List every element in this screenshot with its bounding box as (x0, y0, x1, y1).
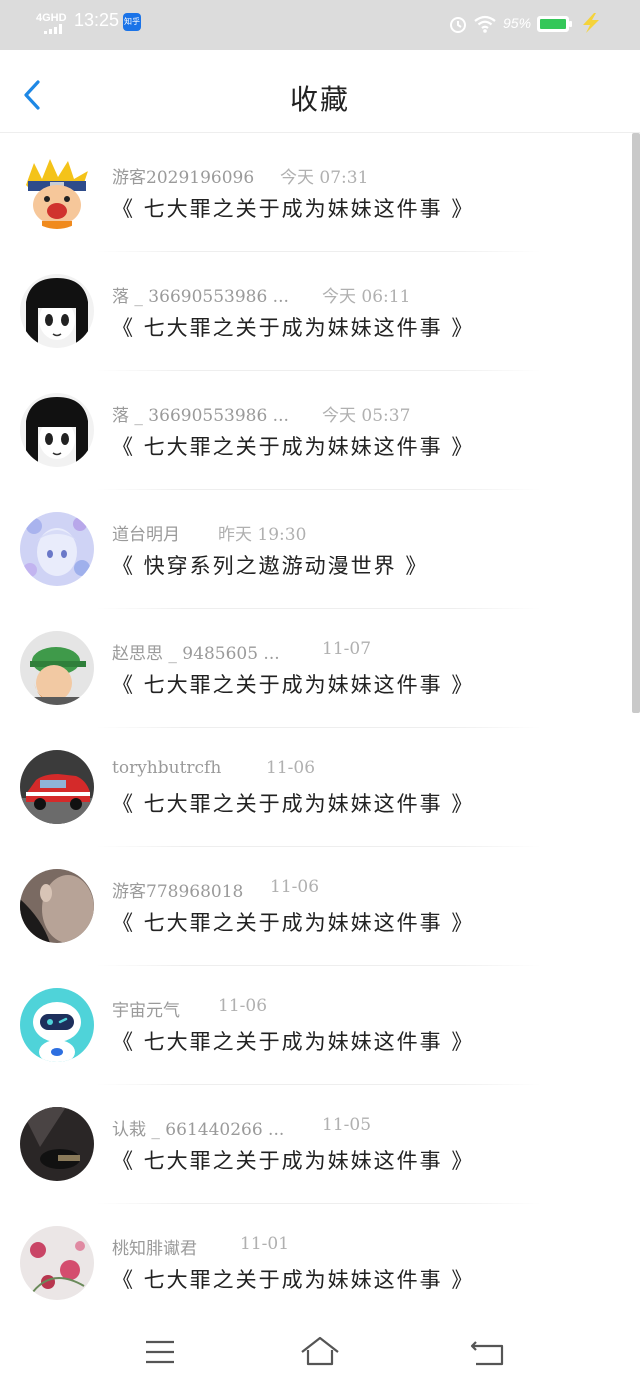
scrollbar[interactable] (632, 133, 640, 713)
username: 赵思思 _ 9485605 ... (112, 644, 280, 664)
list-item[interactable]: 赵思思 _ 9485605 ... 11-07 《 七大罪之关于成为妹妹这件事 … (0, 609, 632, 728)
list-item[interactable]: 游客2029196096 今天 07:31 《 七大罪之关于成为妹妹这件事 》 (0, 133, 632, 252)
status-bar: 4GHD 13:25 知乎 95% (0, 0, 640, 50)
app-header: 收藏 (0, 50, 640, 133)
list-item[interactable]: 道台明月 昨天 19:30 《 快穿系列之遨游动漫世界 》 (0, 490, 632, 609)
page-title: 收藏 (289, 83, 350, 116)
username: 宇宙元气 (112, 1001, 180, 1021)
item-meta: 游客778968018 11-06 (112, 877, 319, 902)
network-type: 4GHD (36, 12, 67, 24)
list-item[interactable]: 桃知腓谳君 11-01 《 七大罪之关于成为妹妹这件事 》 (0, 1204, 632, 1323)
item-meta: toryhbutrcfh 11-06 (112, 758, 315, 782)
book-title[interactable]: 《 七大罪之关于成为妹妹这件事 》 (112, 1145, 474, 1175)
timestamp: 今天 05:37 (322, 406, 411, 426)
book-title[interactable]: 《 七大罪之关于成为妹妹这件事 》 (112, 788, 474, 818)
list-item[interactable]: 宇宙元气 11-06 《 七大罪之关于成为妹妹这件事 》 (0, 966, 632, 1085)
battery-icon (537, 16, 572, 32)
battery-percent: 95% (503, 15, 532, 31)
item-meta: 赵思思 _ 9485605 ... 11-07 (112, 639, 371, 664)
alarm-icon (450, 17, 466, 33)
item-meta: 桃知腓谳君 11-01 (112, 1234, 289, 1259)
timestamp: 11-06 (218, 996, 268, 1016)
item-meta: 认栽 _ 661440266 ... 11-05 (112, 1115, 371, 1140)
username: 游客2029196096 (112, 168, 255, 188)
item-meta: 宇宙元气 11-06 (112, 996, 267, 1021)
charging-bolt-icon (583, 13, 599, 33)
avatar[interactable] (20, 750, 94, 824)
timestamp: 11-06 (266, 758, 316, 778)
clock: 13:25 (74, 10, 120, 30)
avatar[interactable] (20, 869, 94, 943)
username: 认栽 _ 661440266 ... (112, 1120, 285, 1140)
item-meta: 道台明月 昨天 19:30 (112, 520, 306, 545)
book-title[interactable]: 《 七大罪之关于成为妹妹这件事 》 (112, 312, 474, 342)
book-title[interactable]: 《 快穿系列之遨游动漫世界 》 (112, 550, 428, 580)
list-item[interactable]: toryhbutrcfh 11-06 《 七大罪之关于成为妹妹这件事 》 (0, 728, 632, 847)
list-item[interactable]: 落 _ 36690553986 ... 今天 06:11 《 七大罪之关于成为妹… (0, 252, 632, 371)
username: 游客778968018 (112, 882, 244, 902)
avatar[interactable] (20, 1226, 94, 1300)
avatar[interactable] (20, 512, 94, 586)
list-item[interactable]: 游客778968018 11-06 《 七大罪之关于成为妹妹这件事 》 (0, 847, 632, 966)
avatar[interactable] (20, 988, 94, 1062)
avatar[interactable] (20, 631, 94, 705)
username: 道台明月 (112, 525, 180, 545)
avatar[interactable] (20, 393, 94, 467)
wifi-icon (474, 15, 496, 33)
list-item[interactable]: 落 _ 36690553986 ... 今天 05:37 《 七大罪之关于成为妹… (0, 371, 632, 490)
timestamp: 11-05 (322, 1115, 372, 1135)
book-title[interactable]: 《 七大罪之关于成为妹妹这件事 》 (112, 1264, 474, 1294)
timestamp: 今天 06:11 (322, 287, 411, 307)
menu-icon[interactable] (138, 1332, 182, 1372)
book-title[interactable]: 《 七大罪之关于成为妹妹这件事 》 (112, 431, 474, 461)
signal-icon (44, 24, 66, 34)
home-icon[interactable] (298, 1332, 342, 1372)
username: 落 _ 36690553986 ... (112, 406, 289, 426)
app-notification-badge: 知乎 (123, 13, 141, 31)
timestamp: 11-01 (240, 1234, 290, 1254)
book-title[interactable]: 《 七大罪之关于成为妹妹这件事 》 (112, 1026, 474, 1056)
username: 桃知腓谳君 (112, 1239, 197, 1259)
book-title[interactable]: 《 七大罪之关于成为妹妹这件事 》 (112, 907, 474, 937)
avatar[interactable] (20, 1107, 94, 1181)
list-item[interactable]: 认栽 _ 661440266 ... 11-05 《 七大罪之关于成为妹妹这件事… (0, 1085, 632, 1204)
book-title[interactable]: 《 七大罪之关于成为妹妹这件事 》 (112, 193, 474, 223)
timestamp: 11-07 (322, 639, 372, 659)
book-title[interactable]: 《 七大罪之关于成为妹妹这件事 》 (112, 669, 474, 699)
item-meta: 落 _ 36690553986 ... 今天 05:37 (112, 401, 410, 426)
item-meta: 游客2029196096 今天 07:31 (112, 163, 368, 188)
system-navigation-bar (0, 1318, 640, 1387)
timestamp: 昨天 19:30 (218, 525, 307, 545)
back-icon[interactable] (466, 1332, 510, 1372)
avatar[interactable] (20, 155, 94, 229)
timestamp: 今天 07:31 (280, 168, 369, 188)
username: 落 _ 36690553986 ... (112, 287, 289, 307)
username: toryhbutrcfh (112, 758, 222, 778)
avatar[interactable] (20, 274, 94, 348)
timestamp: 11-06 (270, 877, 320, 897)
item-meta: 落 _ 36690553986 ... 今天 06:11 (112, 282, 410, 307)
